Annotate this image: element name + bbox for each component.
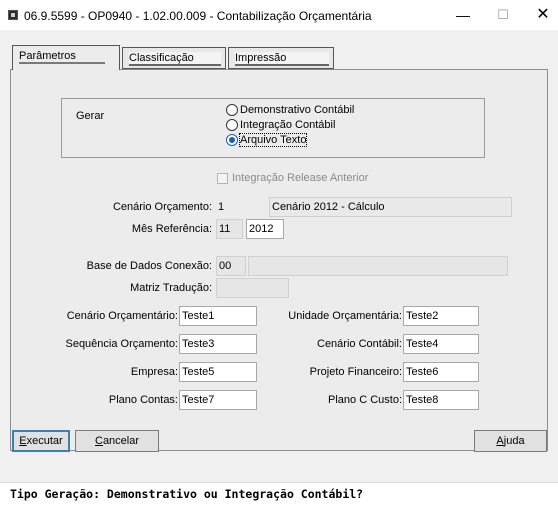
tab-label: Parâmetros	[19, 50, 105, 64]
matriz-traducao-label: Matriz Tradução:	[130, 282, 212, 294]
checkbox-box[interactable]	[217, 172, 228, 184]
radio-label: Arquivo Texto	[238, 133, 308, 147]
executar-mnemonic: E	[19, 435, 27, 447]
status-bar: Tipo Geração: Demonstrativo ou Integraçã…	[0, 482, 558, 505]
radio-label: Demonstrativo Contábil	[240, 104, 355, 116]
tab-impressao[interactable]: Impressão	[228, 47, 334, 69]
gerar-label: Gerar	[76, 110, 105, 122]
ajuda-mnemonic: A	[496, 435, 504, 447]
cenario-orcamentario-input[interactable]: Teste1	[179, 306, 257, 326]
cenario-contabil-label: Cenário Contábil:	[317, 338, 402, 350]
tab-classificacao[interactable]: Classificação	[122, 47, 226, 69]
cancelar-mnemonic: C	[94, 435, 103, 447]
base-dados-conexao-description	[248, 256, 508, 276]
cancelar-button[interactable]: Cancelar	[75, 430, 159, 452]
integracao-release-anterior-checkbox[interactable]: Integração Release Anterior	[217, 172, 368, 184]
executar-button[interactable]: Executar	[12, 430, 70, 452]
base-dados-conexao-label: Base de Dados Conexão:	[86, 260, 212, 272]
app-icon	[8, 10, 18, 20]
plano-c-custo-label: Plano C Custo:	[328, 394, 402, 406]
window-client-area: Parâmetros Classificação Impressão Gerar…	[0, 30, 558, 505]
unidade-orcamentaria-label: Unidade Orçamentária:	[288, 310, 402, 322]
radio-demonstrativo-contabil[interactable]: Demonstrativo Contábil	[226, 103, 354, 117]
title-bar: 06.9.5599 - OP0940 - 1.02.00.009 - Conta…	[0, 0, 558, 30]
radio-arquivo-texto[interactable]: Arquivo Texto	[226, 133, 308, 147]
cancelar-label: ancelar	[102, 435, 140, 447]
matriz-traducao-field	[216, 278, 289, 298]
plano-contas-input[interactable]: Teste7	[179, 390, 257, 410]
radio-label: Integração Contábil	[240, 119, 336, 131]
window-title: 06.9.5599 - OP0940 - 1.02.00.009 - Conta…	[24, 9, 372, 23]
cenario-orcamento-label: Cenário Orçamento:	[112, 201, 212, 213]
tab-parametros[interactable]: Parâmetros	[12, 45, 120, 70]
ajuda-label: juda	[503, 435, 525, 447]
empresa-label: Empresa:	[130, 366, 178, 378]
maximize-button[interactable]: ☐	[488, 4, 518, 26]
minimize-button[interactable]: —	[448, 4, 478, 26]
radio-button[interactable]	[226, 119, 238, 131]
cenario-contabil-input[interactable]: Teste4	[403, 334, 479, 354]
projeto-financeiro-input[interactable]: Teste6	[403, 362, 479, 382]
checkbox-label: Integração Release Anterior	[232, 172, 369, 184]
sequencia-orcamento-label: Sequência Orçamento:	[65, 338, 178, 350]
tab-label: Classificação	[129, 52, 221, 66]
tab-label: Impressão	[235, 52, 329, 66]
executar-label: xecutar	[26, 435, 63, 447]
radio-integracao-contabil[interactable]: Integração Contábil	[226, 118, 335, 132]
plano-contas-label: Plano Contas:	[108, 394, 178, 406]
cenario-orcamento-code: 1	[218, 201, 225, 213]
sequencia-orcamento-input[interactable]: Teste3	[179, 334, 257, 354]
base-dados-conexao-code: 00	[216, 256, 246, 276]
parametros-panel: Gerar Demonstrativo Contábil Integração …	[10, 69, 548, 451]
plano-c-custo-input[interactable]: Teste8	[403, 390, 479, 410]
cenario-orcamento-description: Cenário 2012 - Cálculo	[269, 197, 512, 217]
radio-button-checked[interactable]	[226, 134, 238, 146]
unidade-orcamentaria-input[interactable]: Teste2	[403, 306, 479, 326]
projeto-financeiro-label: Projeto Financeiro:	[309, 366, 402, 378]
mes-referencia-month: 11	[216, 219, 243, 239]
radio-button[interactable]	[226, 104, 238, 116]
cenario-orcamentario-label: Cenário Orçamentário:	[66, 310, 178, 322]
ajuda-button[interactable]: Ajuda	[474, 430, 547, 452]
close-button[interactable]: ✕	[528, 4, 558, 26]
empresa-input[interactable]: Teste5	[179, 362, 257, 382]
mes-referencia-label: Mês Referência:	[131, 223, 212, 235]
gerar-groupbox: Gerar Demonstrativo Contábil Integração …	[61, 98, 485, 158]
mes-referencia-year-input[interactable]: 2012	[246, 219, 284, 239]
